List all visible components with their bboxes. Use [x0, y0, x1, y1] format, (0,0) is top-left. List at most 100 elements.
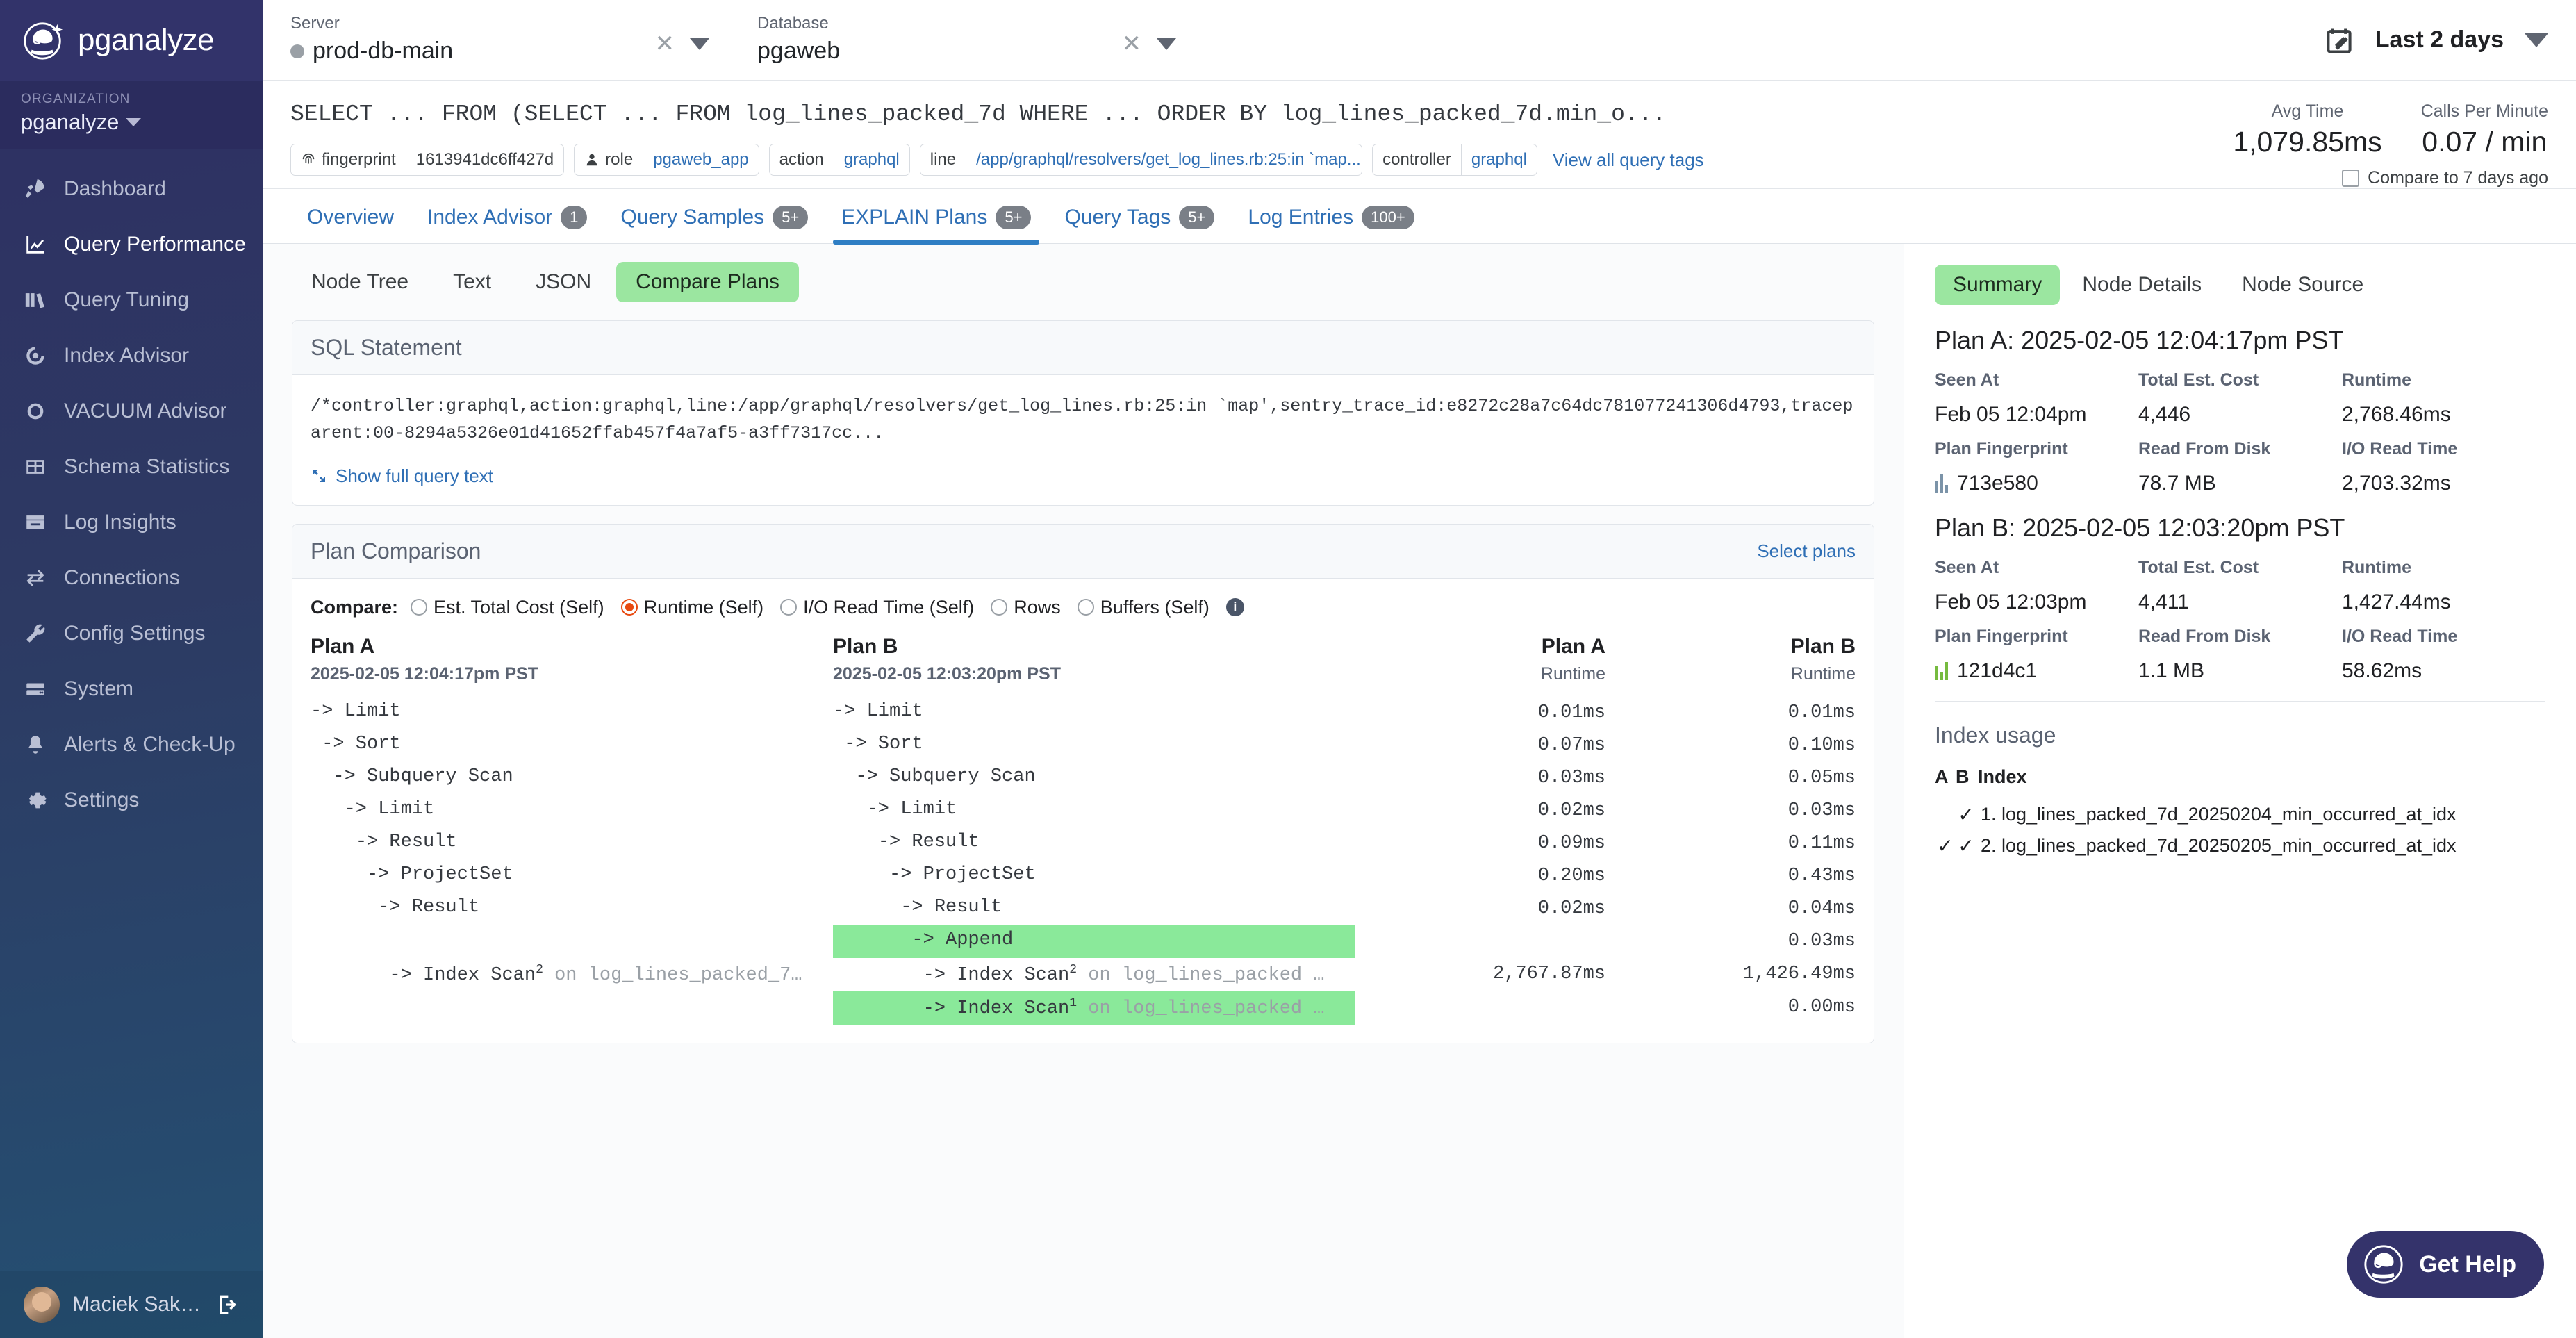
view-all-query-tags-link[interactable]: View all query tags [1553, 149, 1704, 171]
sidebar-item-query-tuning[interactable]: Query Tuning [0, 272, 263, 328]
compare-7-days-checkbox[interactable] [2342, 170, 2360, 187]
tag-value[interactable]: /app/graphql/resolvers/get_log_lines.rb:… [966, 144, 1362, 175]
plan-b-node[interactable]: -> Append [833, 925, 1355, 958]
plan-a-node[interactable]: -> Result [311, 893, 833, 925]
plan-a-read-disk-value: 78.7 MB [2138, 472, 2216, 495]
index-used-in-b-check-icon: ✓ [1958, 804, 1974, 825]
server-value: prod-db-main [290, 38, 709, 65]
plan-a-node[interactable]: -> Limit [311, 795, 833, 827]
select-plans-link[interactable]: Select plans [1757, 540, 1856, 562]
server-selector[interactable]: Server prod-db-main ✕ [263, 0, 729, 80]
tab-log-entries[interactable]: Log Entries 100+ [1231, 199, 1430, 243]
date-range-selector[interactable]: Last 2 days [2324, 0, 2576, 80]
plan-a-node[interactable]: -> Limit [311, 697, 833, 729]
plan-b-node[interactable]: -> Limit [833, 697, 1355, 729]
tag-role[interactable]: role pgaweb_app [574, 144, 759, 176]
plan-b-node[interactable]: -> Index Scan1 on log_lines_packed … [833, 991, 1355, 1025]
plan-a-runtime-value: 2,768.46ms [2342, 403, 2451, 426]
compare-7-days-row[interactable]: Compare to 7 days ago [2233, 168, 2548, 188]
database-selector[interactable]: Database pgaweb ✕ [729, 0, 1196, 80]
table-icon [22, 454, 49, 480]
plan-b-node[interactable]: -> Sort [833, 729, 1355, 762]
radio-buffers[interactable]: Buffers (Self) [1077, 597, 1209, 618]
plan-b-node[interactable]: -> ProjectSet [833, 860, 1355, 893]
radio-est-total-cost[interactable]: Est. Total Cost (Self) [411, 597, 604, 618]
rtab-summary[interactable]: Summary [1935, 265, 2061, 305]
sidebar-item-log-insights[interactable]: Log Insights [0, 495, 263, 550]
plan-a-node[interactable]: -> Subquery Scan [311, 762, 833, 795]
sidebar-item-config-settings[interactable]: Config Settings [0, 606, 263, 661]
tag-value[interactable]: pgaweb_app [643, 144, 758, 175]
sidebar-item-settings[interactable]: Settings [0, 773, 263, 828]
sidebar-item-vacuum-advisor[interactable]: VACUUM Advisor [0, 383, 263, 439]
radio-rows[interactable]: Rows [991, 597, 1061, 618]
show-full-query-text-link[interactable]: Show full query text [311, 465, 1856, 487]
query-tag-row: fingerprint 1613941dc6ff427d role pgaweb… [290, 144, 2205, 176]
rtab-node-details[interactable]: Node Details [2064, 265, 2220, 305]
tag-value[interactable]: graphql [833, 144, 909, 175]
plan-b-node[interactable]: -> Result [833, 893, 1355, 925]
index-usage-title: Index usage [1935, 722, 2056, 748]
sidebar-item-label: Query Tuning [64, 288, 190, 311]
metrics: Avg Time 1,079.85ms Calls Per Minute 0.0… [2233, 101, 2548, 158]
sidebar-item-index-advisor[interactable]: Index Advisor [0, 328, 263, 383]
plan-b-node[interactable]: -> Result [833, 827, 1355, 860]
plan-a-total-cost-label: Total Est. Cost [2138, 370, 2259, 390]
plan-b-fingerprint-text: 121d4c1 [1957, 659, 2038, 682]
tab-index-advisor[interactable]: Index Advisor 1 [411, 199, 604, 243]
radio-label: Rows [1014, 596, 1061, 618]
subtab-node-tree[interactable]: Node Tree [292, 262, 428, 302]
radio-runtime[interactable]: Runtime (Self) [620, 597, 763, 618]
subtab-compare-plans[interactable]: Compare Plans [616, 262, 799, 302]
organization-switcher[interactable]: ORGANIZATION pganalyze [0, 81, 263, 149]
chevron-down-icon[interactable] [1157, 38, 1176, 50]
user-block[interactable]: Maciek Sak… [0, 1271, 263, 1338]
tab-explain-plans[interactable]: EXPLAIN Plans 5+ [825, 199, 1048, 245]
sidebar-item-schema-statistics[interactable]: Schema Statistics [0, 439, 263, 495]
tag-key-text: line [930, 150, 957, 169]
rtab-node-source[interactable]: Node Source [2224, 265, 2381, 305]
get-help-button[interactable]: Get Help [2347, 1231, 2544, 1298]
calendar-edit-icon[interactable] [2324, 25, 2354, 56]
tab-query-tags[interactable]: Query Tags 5+ [1048, 199, 1231, 243]
arrows-swap-icon [22, 565, 49, 591]
plan-a-seen-at-value: Feb 05 12:04pm [1935, 403, 2087, 426]
subtab-text[interactable]: Text [434, 262, 511, 302]
bell-icon [22, 732, 49, 758]
radio-io-read-time[interactable]: I/O Read Time (Self) [780, 597, 974, 618]
tag-fingerprint[interactable]: fingerprint 1613941dc6ff427d [290, 144, 565, 176]
sidebar-item-dashboard[interactable]: Dashboard [0, 161, 263, 217]
tag-controller[interactable]: controller graphql [1372, 144, 1537, 176]
content: Node Tree Text JSON Compare Plans SQL St… [263, 244, 2576, 1338]
sidebar-item-alerts-checkup[interactable]: Alerts & Check-Up [0, 717, 263, 773]
plan-a-node[interactable]: -> ProjectSet [311, 860, 833, 893]
chevron-down-icon[interactable] [690, 38, 709, 50]
chevron-down-icon[interactable] [2525, 33, 2548, 47]
plan-comparison-header: Plan Comparison Select plans [292, 524, 1874, 579]
plan-a-node[interactable]: -> Index Scan2 on log_lines_packed_7… [311, 958, 833, 991]
sidebar-item-system[interactable]: System [0, 661, 263, 717]
plan-a-node[interactable]: -> Sort [311, 729, 833, 762]
close-icon[interactable]: ✕ [1122, 32, 1142, 56]
sidebar-item-label: Settings [64, 788, 140, 811]
tag-line[interactable]: line /app/graphql/resolvers/get_log_line… [919, 144, 1363, 176]
logout-icon[interactable] [215, 1291, 243, 1319]
subtab-json[interactable]: JSON [516, 262, 611, 302]
tag-action[interactable]: action graphql [768, 144, 910, 176]
close-icon[interactable]: ✕ [655, 32, 675, 56]
plan-b-io-time-label: I/O Read Time [2342, 627, 2458, 646]
sidebar-item-label: Dashboard [64, 177, 166, 200]
tab-badge: 5+ [996, 206, 1032, 229]
plan-b-node[interactable]: -> Limit [833, 795, 1355, 827]
brand[interactable]: pganalyze [0, 0, 263, 81]
tab-query-samples[interactable]: Query Samples 5+ [604, 199, 825, 243]
sidebar-item-connections[interactable]: Connections [0, 550, 263, 606]
plan-b-node[interactable]: -> Subquery Scan [833, 762, 1355, 795]
query-title: SELECT ... FROM (SELECT ... FROM log_lin… [290, 101, 1667, 127]
info-icon[interactable]: i [1225, 598, 1244, 616]
plan-a-node[interactable]: -> Result [311, 827, 833, 860]
plan-b-node[interactable]: -> Index Scan2 on log_lines_packed … [833, 958, 1355, 991]
tag-value[interactable]: graphql [1460, 144, 1537, 175]
sidebar-item-query-performance[interactable]: Query Performance [0, 217, 263, 272]
tab-overview[interactable]: Overview [290, 199, 411, 243]
